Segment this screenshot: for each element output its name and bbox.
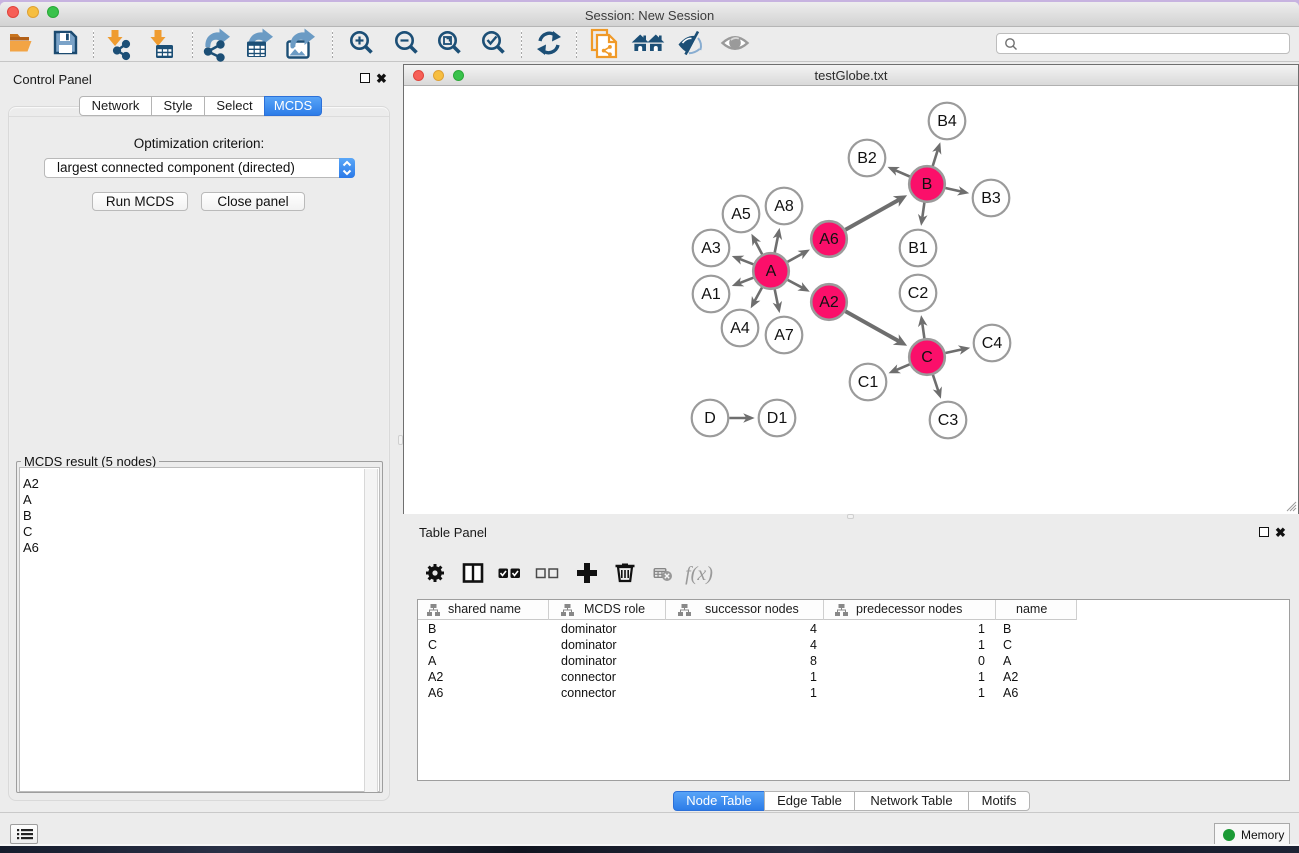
svg-text:B: B — [922, 176, 933, 193]
svg-text:C3: C3 — [938, 412, 959, 429]
svg-text:A6: A6 — [819, 231, 839, 248]
svg-text:A: A — [766, 263, 777, 280]
svg-text:A2: A2 — [819, 294, 839, 311]
svg-text:C: C — [921, 349, 933, 366]
svg-text:D1: D1 — [767, 410, 788, 427]
svg-text:A4: A4 — [730, 320, 750, 337]
svg-text:D: D — [704, 410, 716, 427]
svg-text:A7: A7 — [774, 327, 794, 344]
svg-text:C1: C1 — [858, 374, 879, 391]
svg-text:A3: A3 — [701, 240, 721, 257]
svg-text:A5: A5 — [731, 206, 751, 223]
svg-text:A8: A8 — [774, 198, 794, 215]
svg-text:f(x): f(x) — [685, 563, 713, 585]
svg-text:B1: B1 — [908, 240, 928, 257]
svg-text:C2: C2 — [908, 285, 929, 302]
svg-text:A1: A1 — [701, 286, 721, 303]
svg-text:B2: B2 — [857, 150, 877, 167]
svg-text:B4: B4 — [937, 113, 957, 130]
svg-text:C4: C4 — [982, 335, 1003, 352]
svg-text:B3: B3 — [981, 190, 1001, 207]
